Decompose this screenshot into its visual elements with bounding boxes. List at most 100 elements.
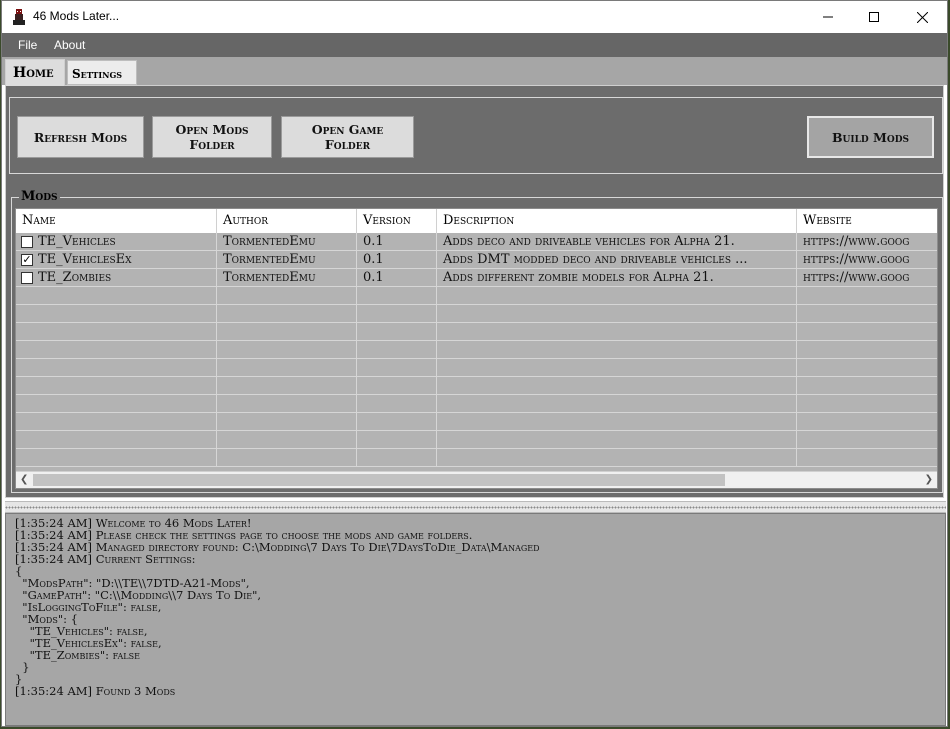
mods-group-label: Mods [19,189,60,204]
open-mods-line-2: Folder [189,137,235,152]
build-mods-button[interactable]: Build Mods [807,116,934,158]
empty-cell [797,431,937,449]
empty-table-row [16,395,937,413]
empty-cell [797,305,937,323]
empty-cell [437,305,797,323]
empty-table-row [16,359,937,377]
empty-cell [16,359,217,377]
empty-table-row [16,323,937,341]
cell-website[interactable]: https://www.goog [797,251,937,269]
cell-description: Adds DMT modded deco and driveable vehic… [437,251,797,269]
horizontal-scrollbar[interactable]: ❮ ❯ [16,471,937,488]
empty-table-row [16,341,937,359]
open-mods-folder-label: Open Mods Folder [175,122,248,152]
empty-cell [217,377,357,395]
empty-cell [437,323,797,341]
close-button[interactable] [899,1,945,33]
open-game-folder-label: Open Game Folder [312,122,384,152]
mods-table[interactable]: Name Author Version Description Website … [15,208,938,489]
column-header-website[interactable]: Website [797,209,937,233]
cell-name: TE_Vehicles [16,233,217,251]
table-row[interactable]: TE_Zombies TormentedEmu 0.1 Adds differe… [16,269,937,287]
minimize-button[interactable] [805,1,851,33]
menu-bar: File About [2,33,947,57]
empty-table-row [16,287,937,305]
column-header-name[interactable]: Name [16,209,217,233]
empty-cell [16,341,217,359]
open-game-line-1: Open Game [311,122,384,137]
empty-cell [437,341,797,359]
window-title: 46 Mods Later... [33,9,120,23]
checkmark-icon: ✓ [22,253,32,266]
column-header-version[interactable]: Version [357,209,437,233]
empty-cell [357,395,437,413]
empty-cell [357,377,437,395]
scrollbar-thumb[interactable] [33,474,725,486]
empty-table-row [16,305,937,323]
log-line: [1:35:24 AM] Found 3 Mods [15,684,176,698]
empty-cell [217,413,357,431]
cell-author: TormentedEmu [217,233,357,251]
empty-cell [357,359,437,377]
empty-cell [437,395,797,413]
mod-enabled-checkbox[interactable] [21,272,33,284]
table-row[interactable]: TE_Vehicles TormentedEmu 0.1 Adds deco a… [16,233,937,251]
mod-enabled-checkbox[interactable]: ✓ [21,254,33,266]
empty-cell [16,305,217,323]
empty-cell [357,431,437,449]
table-row[interactable]: ✓ TE_VehiclesEx TormentedEmu 0.1 Adds DM… [16,251,937,269]
menu-file[interactable]: File [18,38,37,52]
empty-cell [797,341,937,359]
cell-author: TormentedEmu [217,269,357,287]
empty-table-row [16,449,937,467]
refresh-mods-button[interactable]: Refresh Mods [17,116,144,158]
open-mods-folder-button[interactable]: Open Mods Folder [152,116,272,158]
cell-website[interactable]: https://www.goog [797,269,937,287]
empty-cell [357,341,437,359]
cell-website[interactable]: https://www.goog [797,233,937,251]
empty-cell [16,395,217,413]
open-game-folder-button[interactable]: Open Game Folder [281,116,414,158]
empty-cell [217,287,357,305]
cell-version: 0.1 [357,233,437,251]
menu-about[interactable]: About [54,38,85,52]
empty-cell [797,395,937,413]
mod-enabled-checkbox[interactable] [21,236,33,248]
empty-cell [437,287,797,305]
maximize-button[interactable] [851,1,897,33]
empty-cell [797,359,937,377]
empty-cell [16,431,217,449]
toolbar-panel [9,97,943,174]
empty-cell [16,413,217,431]
cell-description: Adds deco and driveable vehicles for Alp… [437,233,797,251]
empty-cell [217,341,357,359]
column-header-description[interactable]: Description [437,209,797,233]
empty-cell [217,305,357,323]
empty-cell [357,287,437,305]
empty-cell [217,449,357,467]
log-line: "TE_Zombies": false [15,648,140,662]
open-mods-line-1: Open Mods [175,122,249,137]
cell-name: TE_Zombies [16,269,217,287]
tab-home[interactable]: Home [5,59,65,86]
cell-name: ✓ TE_VehiclesEx [16,251,217,269]
tab-settings[interactable]: Settings [67,60,137,85]
cell-description: Adds different zombie models for Alpha 2… [437,269,797,287]
empty-cell [357,449,437,467]
scroll-left-icon[interactable]: ❮ [20,474,28,485]
empty-cell [797,377,937,395]
empty-cell [217,323,357,341]
title-bar[interactable]: 46 Mods Later... [2,1,947,33]
empty-cell [357,305,437,323]
log-output[interactable]: [1:35:24 AM] Welcome to 46 Mods Later! [1… [5,513,946,726]
table-header: Name Author Version Description Website [16,209,937,233]
empty-table-row [16,377,937,395]
empty-cell [217,395,357,413]
scroll-right-icon[interactable]: ❯ [925,474,933,485]
column-header-author[interactable]: Author [217,209,357,233]
mod-name: TE_Vehicles [38,234,116,249]
empty-cell [437,413,797,431]
panel-splitter[interactable] [5,501,946,513]
empty-cell [797,323,937,341]
empty-cell [797,449,937,467]
